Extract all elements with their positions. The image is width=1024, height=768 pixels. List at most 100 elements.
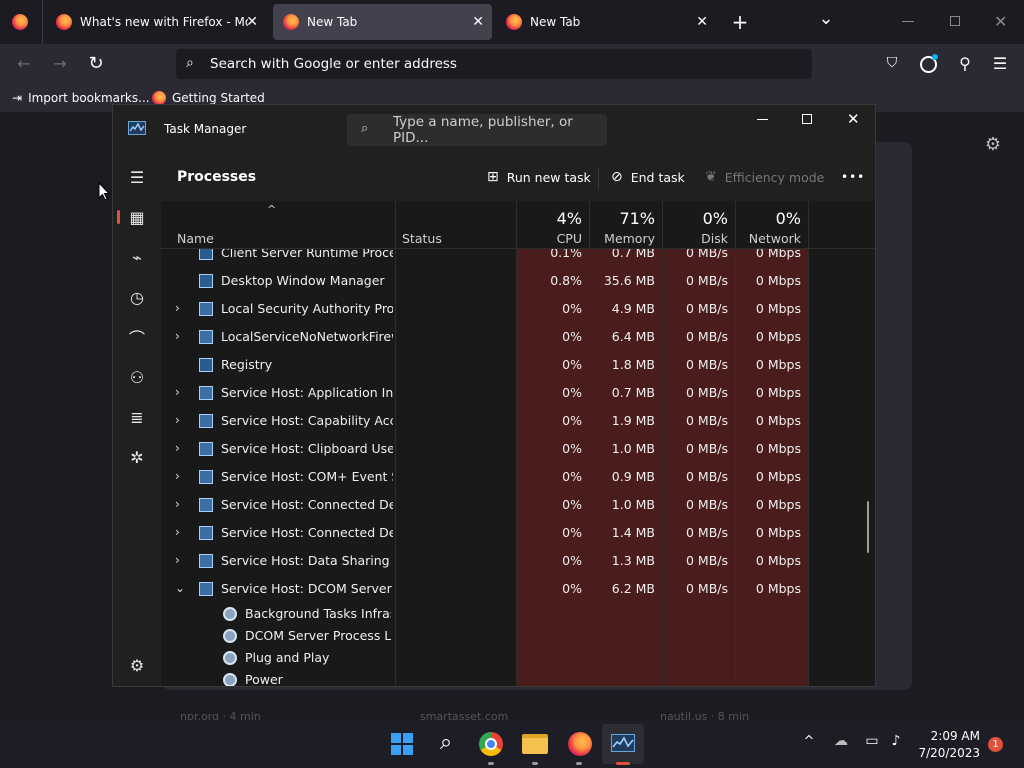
run-new-task-button[interactable]: ⊞ Run new task — [487, 165, 591, 189]
menu-icon[interactable]: ☰ — [990, 54, 1010, 73]
extensions-icon[interactable]: ⚲ — [955, 54, 975, 73]
new-tab-button[interactable]: + — [728, 10, 752, 34]
startup-apps-nav-icon[interactable]: ⌒ — [113, 323, 161, 351]
table-subrow[interactable]: Background Tasks Infrastr... — [161, 600, 807, 622]
process-cpu-value: 0% — [562, 581, 582, 596]
personalize-gear-icon[interactable]: ⚙ — [983, 134, 1003, 155]
tab-new-tab[interactable]: New Tab ✕ — [496, 4, 716, 40]
table-row[interactable]: › Service Host: Data Sharing Ser... 0% 1.3 … — [161, 547, 807, 575]
performance-nav-icon[interactable]: ⌁ — [113, 243, 161, 271]
restore-window-button[interactable] — [950, 16, 960, 26]
column-disk[interactable]: Disk — [662, 231, 728, 246]
volume-icon[interactable]: ♪ — [886, 733, 906, 749]
efficiency-mode-button[interactable]: ❦ Efficiency mode — [705, 165, 824, 189]
services-nav-icon[interactable]: ✲ — [113, 443, 161, 471]
processes-nav-icon[interactable]: ▦ — [113, 203, 161, 231]
end-task-button[interactable]: ⊘ End task — [611, 165, 685, 189]
list-all-tabs-button[interactable]: ⌄ — [814, 8, 838, 29]
table-row[interactable]: › Service Host: Capability Acces... 0% 1.9 … — [161, 407, 807, 435]
import-bookmarks-item[interactable]: ⇥ Import bookmarks... — [12, 91, 150, 105]
column-memory[interactable]: Memory — [589, 231, 655, 246]
windows-start-icon[interactable] — [391, 733, 413, 755]
tab-new-tab-active[interactable]: New Tab ✕ — [273, 4, 492, 40]
table-row[interactable]: › Service Host: Connected Devi... 0% 1.0 MB… — [161, 491, 807, 519]
expand-chevron-icon[interactable]: › — [175, 413, 180, 427]
network-icon[interactable]: ▭ — [862, 733, 882, 749]
disk-total[interactable]: 0% — [662, 209, 728, 228]
show-hidden-icons-chevron-icon[interactable]: ^ — [800, 734, 818, 749]
column-cpu[interactable]: CPU — [516, 231, 582, 246]
cpu-total[interactable]: 4% — [516, 209, 582, 228]
expand-chevron-icon[interactable]: ⌄ — [175, 581, 185, 595]
process-net-value: 0 Mbps — [755, 249, 801, 260]
process-window-icon — [199, 274, 213, 288]
firefox-taskbar-icon[interactable] — [568, 732, 592, 756]
hamburger-menu-icon[interactable]: ☰ — [113, 163, 161, 191]
tab-label: New Tab — [530, 15, 581, 29]
column-status[interactable]: Status — [402, 231, 442, 246]
onedrive-icon[interactable]: ☁ — [830, 733, 852, 749]
pocket-icon[interactable]: ⛉ — [882, 55, 902, 71]
chrome-icon[interactable] — [479, 732, 503, 756]
app-history-nav-icon[interactable]: ◷ — [113, 283, 161, 311]
table-row[interactable]: › Local Security Authority Proce... 0% 4.9 … — [161, 295, 807, 323]
expand-chevron-icon[interactable]: › — [175, 329, 180, 343]
process-disk-value: 0 MB/s — [685, 441, 728, 456]
close-tab-icon[interactable]: ✕ — [472, 14, 484, 30]
search-process-input[interactable]: ⌕ Type a name, publisher, or PID... — [347, 114, 607, 146]
firefox-view-icon[interactable] — [12, 14, 28, 30]
clock-date[interactable]: 7/20/2023 — [918, 746, 980, 760]
process-net-value: 0 Mbps — [755, 553, 801, 568]
process-mem-value: 6.4 MB — [611, 329, 655, 344]
process-name: Service Host: Capability Acces... — [221, 413, 393, 428]
table-row[interactable]: › Service Host: Application Infor... 0% 0.7… — [161, 379, 807, 407]
expand-chevron-icon[interactable]: › — [175, 441, 180, 455]
users-nav-icon[interactable]: ⚇ — [113, 363, 161, 391]
minimize-window-button[interactable] — [902, 21, 914, 22]
back-icon[interactable]: ← — [14, 54, 34, 73]
column-network[interactable]: Network — [735, 231, 801, 246]
expand-chevron-icon[interactable]: › — [175, 497, 180, 511]
clock-time[interactable]: 2:09 AM — [930, 729, 980, 743]
expand-chevron-icon[interactable]: › — [175, 301, 180, 315]
url-bar[interactable]: ⌕ Search with Google or enter address — [176, 49, 812, 79]
details-nav-icon[interactable]: ≣ — [113, 403, 161, 431]
search-icon[interactable]: ⌕ — [434, 730, 458, 755]
notification-dot-icon — [932, 54, 938, 60]
expand-chevron-icon[interactable]: › — [175, 469, 180, 483]
tm-close-button[interactable]: ✕ — [847, 110, 860, 128]
settings-gear-icon[interactable]: ⚙ — [113, 651, 161, 679]
forward-icon[interactable]: → — [50, 54, 70, 73]
table-row[interactable]: › Service Host: Connected Devi... 0% 1.4 MB… — [161, 519, 807, 547]
expand-chevron-icon[interactable]: › — [175, 525, 180, 539]
table-subrow[interactable]: DCOM Server Process Lau... — [161, 622, 807, 644]
memory-total[interactable]: 71% — [589, 209, 655, 228]
run-task-icon: ⊞ — [487, 169, 499, 185]
getting-started-item[interactable]: Getting Started — [152, 91, 265, 105]
reload-icon[interactable]: ↻ — [86, 53, 106, 74]
tab-whats-new[interactable]: What's new with Firefox - More ✕ — [46, 4, 266, 40]
tm-minimize-button[interactable] — [757, 119, 768, 120]
task-manager-nav: ☰ ▦ ⌁ ◷ ⌒ ⚇ ≣ ✲ ⚙ — [113, 153, 161, 686]
table-row[interactable]: › Service Host: COM+ Event Sys... 0% 0.9 MB… — [161, 463, 807, 491]
table-row[interactable]: › Service Host: Clipboard User S... 0% 1.0 … — [161, 435, 807, 463]
table-row[interactable]: › LocalServiceNoNetworkFirewa... 0% 6.4 MB 0… — [161, 323, 807, 351]
table-row[interactable]: Client Server Runtime Process 0.1% 0.7 MB 0… — [161, 249, 807, 267]
table-subrow[interactable]: Plug and Play — [161, 644, 807, 666]
table-row[interactable]: Registry 0% 1.8 MB 0 MB/s 0 Mbps — [161, 351, 807, 379]
column-name[interactable]: Name — [177, 231, 214, 246]
more-options-button[interactable]: ••• — [841, 165, 865, 189]
close-window-button[interactable]: ✕ — [994, 12, 1008, 31]
close-tab-icon[interactable]: ✕ — [696, 14, 708, 30]
scrollbar-thumb[interactable] — [867, 501, 869, 553]
notification-badge[interactable]: 1 — [988, 737, 1003, 752]
expand-chevron-icon[interactable]: › — [175, 553, 180, 567]
expand-chevron-icon[interactable]: › — [175, 385, 180, 399]
tm-maximize-button[interactable] — [802, 114, 812, 124]
file-explorer-icon[interactable] — [522, 734, 548, 754]
close-tab-icon[interactable]: ✕ — [246, 14, 258, 30]
table-row[interactable]: Desktop Window Manager 0.8% 35.6 MB 0 MB/s 0… — [161, 267, 807, 295]
network-total[interactable]: 0% — [735, 209, 801, 228]
table-subrow[interactable]: Power — [161, 666, 807, 686]
table-row[interactable]: ⌄ Service Host: DCOM Server Pr... 0% 6.2 MB… — [161, 575, 807, 603]
